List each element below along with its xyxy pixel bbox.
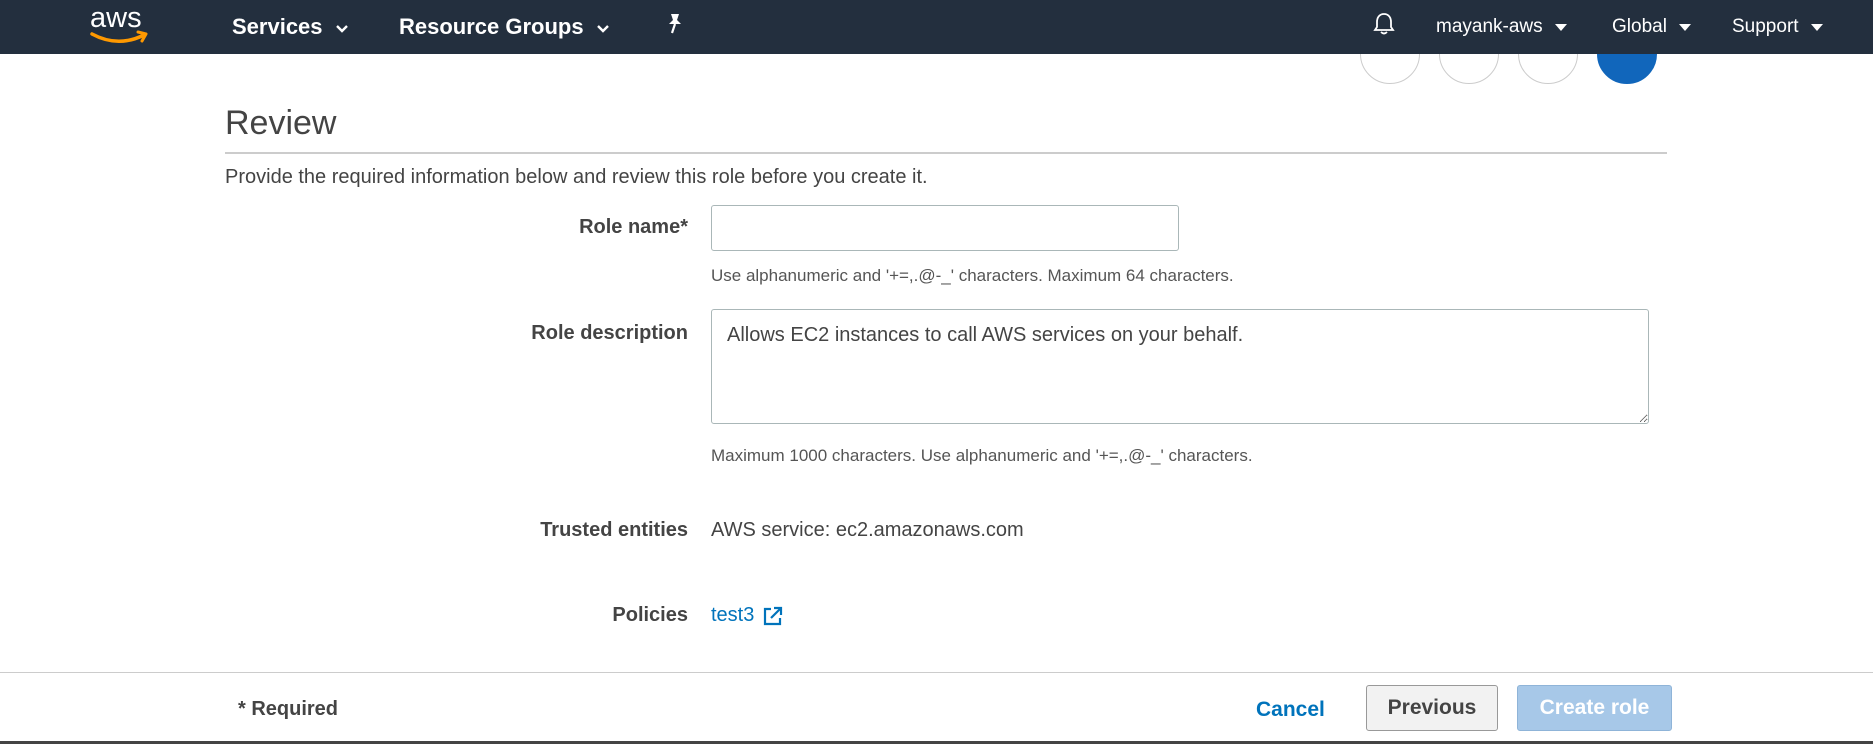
- page-intro: Provide the required information below a…: [225, 166, 928, 188]
- previous-button[interactable]: Previous: [1366, 685, 1498, 731]
- wizard-step-2[interactable]: [1439, 54, 1499, 84]
- policy-link-text: test3: [711, 604, 755, 626]
- role-name-label: Role name*: [579, 216, 688, 238]
- create-role-button[interactable]: Create role: [1517, 685, 1672, 731]
- services-label: Services: [232, 14, 323, 39]
- wizard-step-1[interactable]: [1360, 54, 1420, 84]
- caret-down-icon: [1678, 23, 1691, 31]
- account-label: mayank-aws: [1436, 16, 1543, 37]
- region-menu[interactable]: Global: [1612, 0, 1691, 54]
- top-navigation-bar: aws Services Resource Groups mayank-aws …: [0, 0, 1873, 54]
- title-divider: [225, 152, 1667, 154]
- external-link-icon: [764, 606, 783, 625]
- pin-button[interactable]: [666, 0, 686, 54]
- caret-down-icon: [1810, 23, 1823, 31]
- bell-icon: [1372, 11, 1396, 43]
- role-description-hint: Maximum 1000 characters. Use alphanumeri…: [711, 446, 1253, 465]
- resource-groups-menu[interactable]: Resource Groups: [399, 0, 610, 54]
- support-menu[interactable]: Support: [1732, 0, 1823, 54]
- cancel-button[interactable]: Cancel: [1256, 698, 1325, 722]
- aws-smile-icon: [90, 30, 148, 43]
- account-menu[interactable]: mayank-aws: [1436, 0, 1567, 54]
- chevron-down-icon: [335, 14, 349, 40]
- caret-down-icon: [1554, 23, 1567, 31]
- support-label: Support: [1732, 16, 1799, 37]
- services-menu[interactable]: Services: [232, 0, 349, 54]
- role-description-label: Role description: [531, 322, 688, 344]
- pin-icon: [666, 12, 686, 42]
- policies-label: Policies: [612, 604, 688, 626]
- trusted-entities-label: Trusted entities: [540, 519, 688, 541]
- role-name-input[interactable]: [711, 205, 1179, 251]
- page-title: Review: [225, 104, 337, 142]
- resource-groups-label: Resource Groups: [399, 14, 584, 39]
- wizard-step-4-active: [1597, 54, 1657, 84]
- chevron-down-icon: [596, 14, 610, 40]
- trusted-entities-value: AWS service: ec2.amazonaws.com: [711, 519, 1024, 541]
- region-label: Global: [1612, 16, 1667, 37]
- role-description-textarea[interactable]: Allows EC2 instances to call AWS service…: [711, 309, 1649, 424]
- wizard-footer: * Required Cancel Previous Create role: [0, 672, 1873, 744]
- notifications-button[interactable]: [1372, 0, 1396, 54]
- policy-link[interactable]: test3: [711, 604, 784, 627]
- wizard-steps: [1360, 54, 1660, 92]
- required-note: * Required: [238, 698, 339, 720]
- wizard-step-3[interactable]: [1518, 54, 1578, 84]
- aws-logo[interactable]: aws: [88, 2, 154, 46]
- role-name-hint: Use alphanumeric and '+=,.@-_' character…: [711, 266, 1234, 285]
